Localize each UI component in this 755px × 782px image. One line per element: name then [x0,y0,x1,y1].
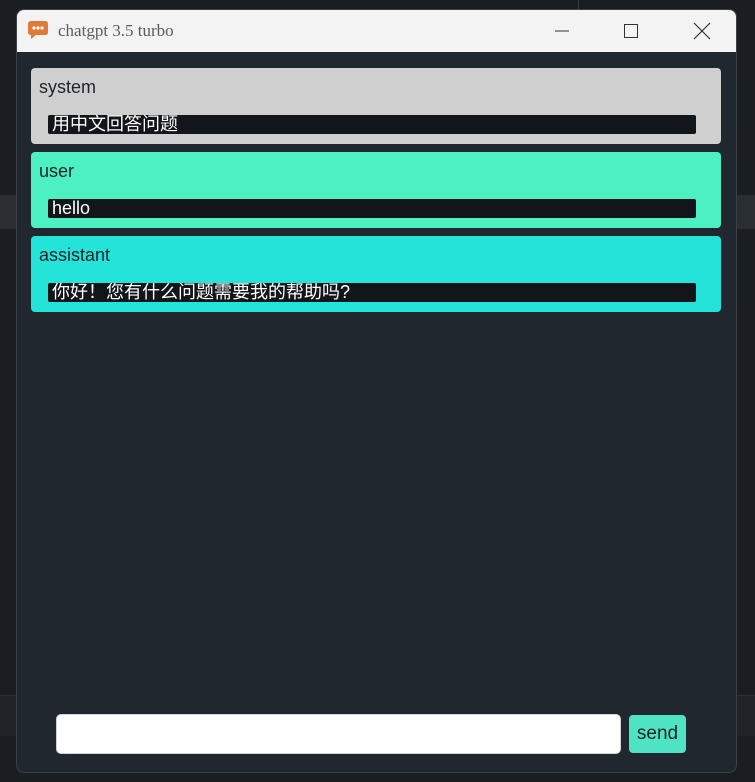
chat-bubble-icon [28,21,48,39]
message-content[interactable]: hello [48,199,696,218]
app-window: chatgpt 3.5 turbo system 用中文回答问题 user he… [16,9,737,773]
message-system: system 用中文回答问题 [31,68,721,144]
minimize-button[interactable] [539,10,585,52]
message-user: user hello [31,152,721,228]
message-role: user [39,161,75,181]
minimize-icon [555,30,569,32]
message-content[interactable]: 你好！您有什么问题需要我的帮助吗? [48,283,696,302]
message-role: assistant [39,245,111,265]
title-bar[interactable]: chatgpt 3.5 turbo [17,10,736,52]
message-role: system [39,77,97,97]
close-button[interactable] [679,10,725,52]
message-content[interactable]: 用中文回答问题 [48,115,696,134]
message-input[interactable] [56,714,621,754]
window-title: chatgpt 3.5 turbo [58,21,174,40]
message-assistant: assistant 你好！您有什么问题需要我的帮助吗? [31,236,721,312]
maximize-button[interactable] [608,10,654,52]
maximize-icon [624,24,638,38]
close-icon [693,22,711,40]
send-button[interactable]: send [629,715,686,753]
